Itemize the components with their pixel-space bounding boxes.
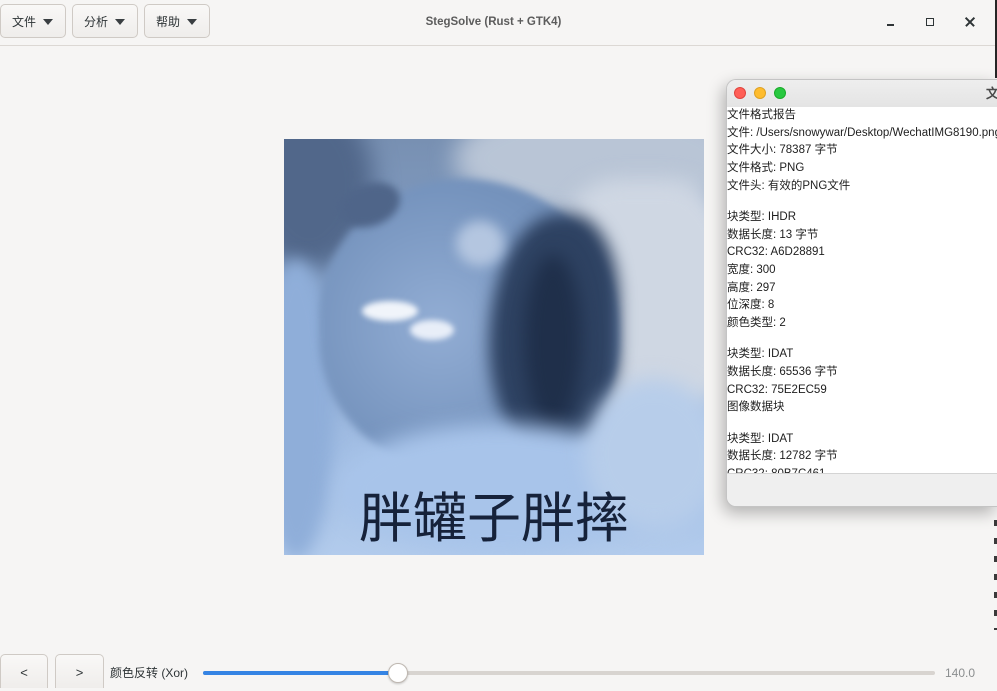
report-text-view[interactable]: 文件格式报告文件: /Users/snowywar/Desktop/Wechat… xyxy=(727,107,997,473)
slider-knob[interactable] xyxy=(387,663,408,683)
traffic-close-button[interactable] xyxy=(734,87,746,99)
report-section: 块类型: IHDR 数据长度: 13 字节 CRC32: A6D28891 宽度: 3… xyxy=(727,209,997,333)
prev-mode-button[interactable]: < xyxy=(0,654,48,688)
report-bottom-bar xyxy=(727,473,997,506)
report-title: 文 xyxy=(986,86,997,102)
minimize-icon xyxy=(887,24,894,26)
slider-value: 140.0 xyxy=(945,666,976,680)
report-section: 文件格式报告文件: /Users/snowywar/Desktop/Wechat… xyxy=(727,107,997,195)
report-section: 块类型: IDAT 数据长度: 12782 字节 CRC32: 80B7C461 xyxy=(727,431,997,474)
report-section: 块类型: IDAT 数据长度: 65536 字节 CRC32: 75E2EC59 图像… xyxy=(727,346,997,417)
report-line: 颜色类型: 2 xyxy=(727,317,786,330)
report-line: 文件: /Users/snowywar/Desktop/WechatIMG819… xyxy=(727,126,997,139)
report-line: 数据长度: 65536 字节 xyxy=(727,365,838,378)
report-window: 文 文件格式报告文件: /Users/snowywar/Desktop/Wech… xyxy=(726,79,997,507)
report-line: 高度: 297 xyxy=(727,281,776,294)
cat-eye-right xyxy=(410,320,454,340)
report-line: 文件大小: 78387 字节 xyxy=(727,144,838,157)
maximize-button[interactable] xyxy=(918,10,942,34)
report-line: 文件格式: PNG xyxy=(727,162,805,175)
report-line: 文件格式报告 xyxy=(727,109,796,121)
report-line: 块类型: IDAT xyxy=(727,432,794,445)
report-line: CRC32: A6D28891 xyxy=(727,246,825,259)
report-line: 图像数据块 xyxy=(727,401,785,414)
report-line: 数据长度: 13 字节 xyxy=(727,228,819,241)
report-titlebar[interactable]: 文 xyxy=(727,80,997,107)
report-line: 宽度: 300 xyxy=(727,264,776,276)
report-line: 文件头: 有效的PNG文件 xyxy=(727,179,851,192)
maximize-icon xyxy=(926,18,934,26)
preview-image: 胖罐子胖摔 xyxy=(284,139,704,555)
next-mode-button[interactable]: > xyxy=(55,654,104,688)
cat-eye-left xyxy=(362,301,418,321)
traffic-zoom-button[interactable] xyxy=(774,87,786,99)
report-line: 数据长度: 12782 字节 xyxy=(727,450,838,463)
cat-forehead-highlight xyxy=(456,221,504,266)
slider-fill xyxy=(203,671,398,675)
traffic-minimize-button[interactable] xyxy=(754,87,766,99)
minimize-button[interactable] xyxy=(878,10,902,34)
mode-label: 颜色反转 (Xor) xyxy=(110,666,189,680)
window-title: StegSolve (Rust + GTK4) xyxy=(425,16,562,28)
report-line: CRC32: 80B7C461 xyxy=(727,466,997,473)
report-line: CRC32: 75E2EC59 xyxy=(727,383,827,396)
report-line: 块类型: IHDR xyxy=(727,210,796,223)
report-line: 块类型: IDAT xyxy=(727,348,794,361)
cat-shadow-core xyxy=(524,254,582,429)
image-caption: 胖罐子胖摔 xyxy=(359,489,629,549)
close-button[interactable] xyxy=(958,10,982,34)
header-bar: 文件 分析 帮助 StegSolve (Rust + GTK4) xyxy=(0,0,997,46)
report-line: 位深度: 8 xyxy=(727,299,775,312)
